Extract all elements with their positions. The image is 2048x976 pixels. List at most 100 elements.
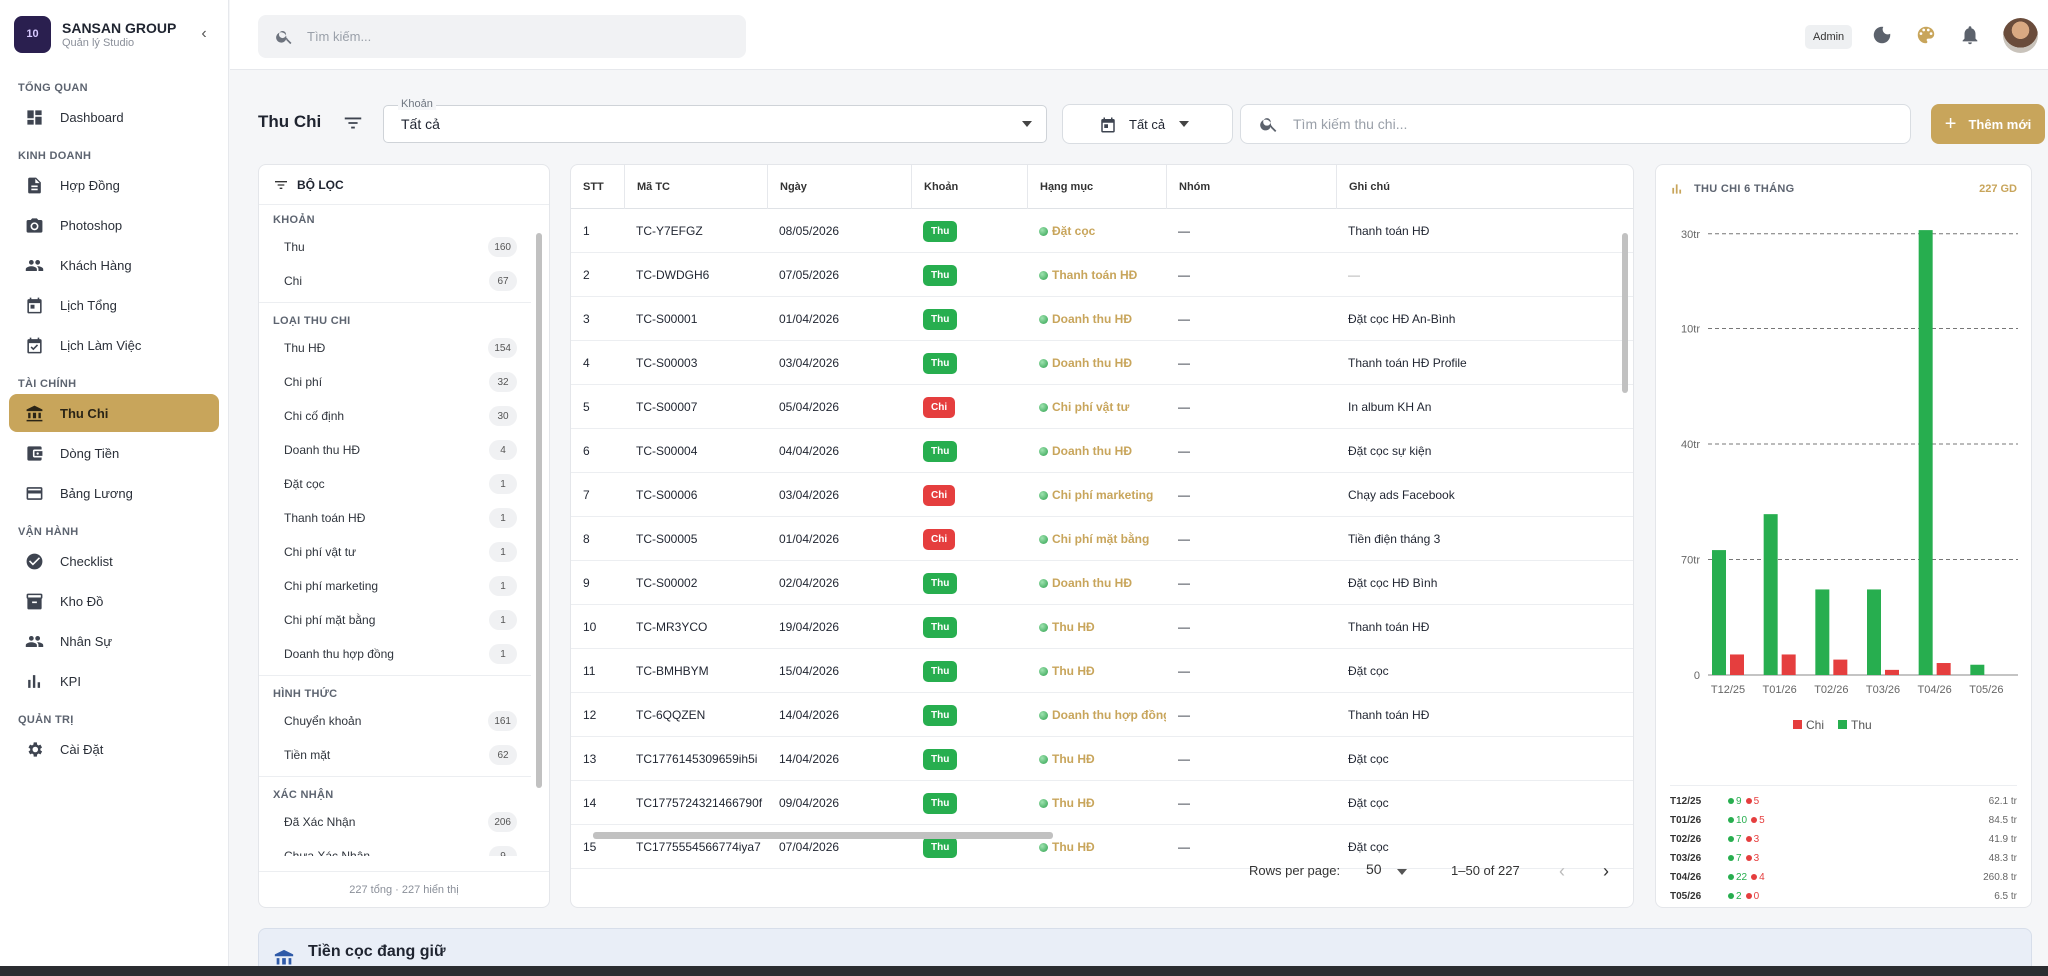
category-dot-icon	[1039, 403, 1048, 412]
cell-ma: TC-S00001	[636, 312, 698, 326]
summary-thu-value: 7	[1736, 853, 1742, 864]
filter-item-tien-mat[interactable]: Tiền mặt 62	[259, 738, 531, 772]
column-header-hang-muc[interactable]: Hạng mục	[1027, 165, 1166, 209]
table-row[interactable]: 4 TC-S00003 03/04/2026 Thu Doanh thu HĐ — Than…	[571, 341, 1633, 385]
table-row[interactable]: 1 TC-Y7EFGZ 08/05/2026 Thu Đặt cọc — Thanh toá…	[571, 209, 1633, 253]
filter-item-chi-phi[interactable]: Chi phí 32	[259, 365, 531, 399]
sidebar-item-lich-lam-viec[interactable]: Lịch Làm Việc	[9, 326, 219, 364]
table-vertical-scrollbar[interactable]	[1619, 211, 1631, 823]
category-label: Doanh thu HĐ	[1052, 356, 1132, 370]
filter-item-chi[interactable]: Chi 67	[259, 264, 531, 298]
filter-item-label: Chuyển khoản	[284, 714, 362, 728]
filter-item-count: 1	[489, 644, 517, 664]
table-horizontal-scrollbar[interactable]	[571, 829, 1621, 841]
bell-icon[interactable]	[1959, 24, 1981, 46]
sidebar-item-hop-dong[interactable]: Hợp Đồng	[9, 166, 219, 204]
rows-per-page-select[interactable]: 50	[1366, 861, 1382, 877]
table-row[interactable]: 11 TC-BMHBYM 15/04/2026 Thu Thu HĐ — Đặt cọc	[571, 649, 1633, 693]
table-row[interactable]: 9 TC-S00002 02/04/2026 Thu Doanh thu HĐ — Đặt …	[571, 561, 1633, 605]
filter-item-thu[interactable]: Thu 160	[259, 230, 531, 264]
sidebar-item-bang-luong[interactable]: Bảng Lương	[9, 474, 219, 512]
filter-item-thanh-toan-hd[interactable]: Thanh toán HĐ 1	[259, 501, 531, 535]
cell-ma: TC-S00004	[636, 444, 698, 458]
filter-item-chi-co-dinh[interactable]: Chi cố định 30	[259, 399, 531, 433]
cell-ngay: 07/05/2026	[779, 268, 840, 282]
cell-hang-muc: Doanh thu HĐ	[1027, 429, 1166, 473]
global-search-input[interactable]: Tìm kiếm...	[258, 15, 746, 58]
table-row[interactable]: 7 TC-S00006 03/04/2026 Chi Chi phí marketing…	[571, 473, 1633, 517]
filter-toggle-icon[interactable]	[342, 112, 364, 134]
filter-item-doanh-thu-hd[interactable]: Doanh thu HĐ 4	[259, 433, 531, 467]
table-row[interactable]: 2 TC-DWDGH6 07/05/2026 Thu Thanh toán HĐ — —	[571, 253, 1633, 297]
sidebar-item-thu-chi[interactable]: Thu Chi	[9, 394, 219, 432]
filter-item-chi-phi-marketing[interactable]: Chi phí marketing 1	[259, 569, 531, 603]
filter-item-dat-coc[interactable]: Đặt cọc 1	[259, 467, 531, 501]
filter-item-da-xac-nhan[interactable]: Đã Xác Nhận 206	[259, 805, 531, 839]
page-title: Thu Chi	[258, 112, 322, 131]
filter-item-doanh-thu-hop-dong[interactable]: Doanh thu hợp đồng 1	[259, 637, 531, 671]
category-label: Thanh toán HĐ	[1052, 268, 1138, 282]
table-row[interactable]: 13 TC1776145309659ih5i 14/04/2026 Thu Thu HĐ…	[571, 737, 1633, 781]
summary-amount: 260.8 tr	[1983, 872, 2017, 883]
khoan-badge: Thu	[923, 617, 958, 639]
column-header-ma-tc[interactable]: Mã TC	[624, 165, 767, 209]
column-header-nhom[interactable]: Nhóm	[1166, 165, 1336, 209]
user-avatar[interactable]	[2003, 18, 2038, 53]
filter-item-chua-xac-nhan[interactable]: Chưa Xác Nhận 9	[259, 839, 531, 856]
filter-item-thu-hd[interactable]: Thu HĐ 154	[259, 331, 531, 365]
table-row[interactable]: 5 TC-S00007 05/04/2026 Chi Chi phí vật tư — In…	[571, 385, 1633, 429]
previous-page-icon[interactable]: ‹	[1559, 861, 1565, 882]
filter-item-count: 30	[489, 406, 517, 426]
palette-icon[interactable]	[1915, 24, 1937, 46]
table-row[interactable]: 14 TC1775724321466790f 09/04/2026 Thu Thu HĐ…	[571, 781, 1633, 825]
summary-thu-count: 2	[1728, 891, 1742, 902]
sidebar-item-kpi[interactable]: KPI	[9, 662, 219, 700]
add-new-button[interactable]: + Thêm mới	[1931, 104, 2045, 144]
people-icon	[25, 259, 44, 271]
table-row[interactable]: 8 TC-S00005 01/04/2026 Chi Chi phí mặt bằng —…	[571, 517, 1633, 561]
table-row[interactable]: 10 TC-MR3YCO 19/04/2026 Thu Thu HĐ — Thanh toá…	[571, 605, 1633, 649]
summary-thu-count: 9	[1728, 796, 1742, 807]
column-header-ngay[interactable]: Ngày	[767, 165, 911, 209]
column-header-stt[interactable]: STT	[571, 165, 624, 209]
date-filter-button[interactable]: Tất cả	[1062, 104, 1233, 144]
category-tag: Thu HĐ	[1039, 752, 1095, 766]
cell-ngay: 03/04/2026	[779, 356, 840, 370]
summary-chi-value: 4	[1759, 872, 1765, 883]
collapse-sidebar-icon[interactable]: ‹	[194, 25, 214, 43]
sidebar-item-lich-tong[interactable]: Lịch Tổng	[9, 286, 219, 324]
column-header-ghi-chu[interactable]: Ghi chú	[1336, 165, 1547, 209]
cell-khoan: Thu	[911, 781, 1027, 825]
chevron-down-icon[interactable]	[1397, 869, 1407, 875]
table-row[interactable]: 12 TC-6QQZEN 14/04/2026 Thu Doanh thu hợp đồ…	[571, 693, 1633, 737]
filter-item-label: Đã Xác Nhận	[284, 815, 356, 829]
sidebar-item-nhan-su[interactable]: Nhân Sự	[9, 622, 219, 660]
table-row[interactable]: 3 TC-S00001 01/04/2026 Thu Doanh thu HĐ — Đặt …	[571, 297, 1633, 341]
khoan-select[interactable]: Khoản Tất cả	[383, 98, 1047, 143]
next-page-icon[interactable]: ›	[1603, 861, 1609, 882]
column-header-khoan[interactable]: Khoản	[911, 165, 1027, 209]
sidebar-item-photoshop[interactable]: Photoshop	[9, 206, 219, 244]
sidebar-item-khach-hang[interactable]: Khách Hàng	[9, 246, 219, 284]
sidebar-item-dong-tien[interactable]: Dòng Tiền	[9, 434, 219, 472]
summary-amount: 48.3 tr	[1988, 853, 2017, 864]
sidebar-item-kho-do[interactable]: Kho Đồ	[9, 582, 219, 620]
table-row[interactable]: 6 TC-S00004 04/04/2026 Thu Doanh thu HĐ — Đặt …	[571, 429, 1633, 473]
cell-ma: TC-S00007	[636, 400, 698, 414]
sidebar-item-checklist[interactable]: Checklist	[9, 542, 219, 580]
summary-month: T03/26	[1670, 853, 1702, 864]
summary-amount: 6.5 tr	[1994, 891, 2017, 902]
legend-swatch	[1793, 720, 1802, 729]
brand: 10 SANSAN GROUP Quản lý Studio ‹	[0, 0, 228, 68]
cell-stt: 7	[583, 488, 590, 502]
sidebar-item-dashboard[interactable]: Dashboard	[9, 98, 219, 136]
filter-item-chi-phi-vat-tu[interactable]: Chi phí vật tư 1	[259, 535, 531, 569]
dark-mode-icon[interactable]	[1871, 24, 1893, 46]
filter-item-chuyen-khoan[interactable]: Chuyển khoản 161	[259, 704, 531, 738]
filter-item-chi-phi-mat-bang[interactable]: Chi phí mặt bằng 1	[259, 603, 531, 637]
thu-chi-search-input[interactable]: Tìm kiếm thu chi...	[1240, 104, 1911, 144]
cell-stt: 3	[583, 312, 590, 326]
sidebar-item-cai-dat[interactable]: Cài Đặt	[9, 730, 219, 768]
cell-nhom: —	[1178, 444, 1190, 458]
filter-scrollbar[interactable]	[534, 213, 544, 863]
